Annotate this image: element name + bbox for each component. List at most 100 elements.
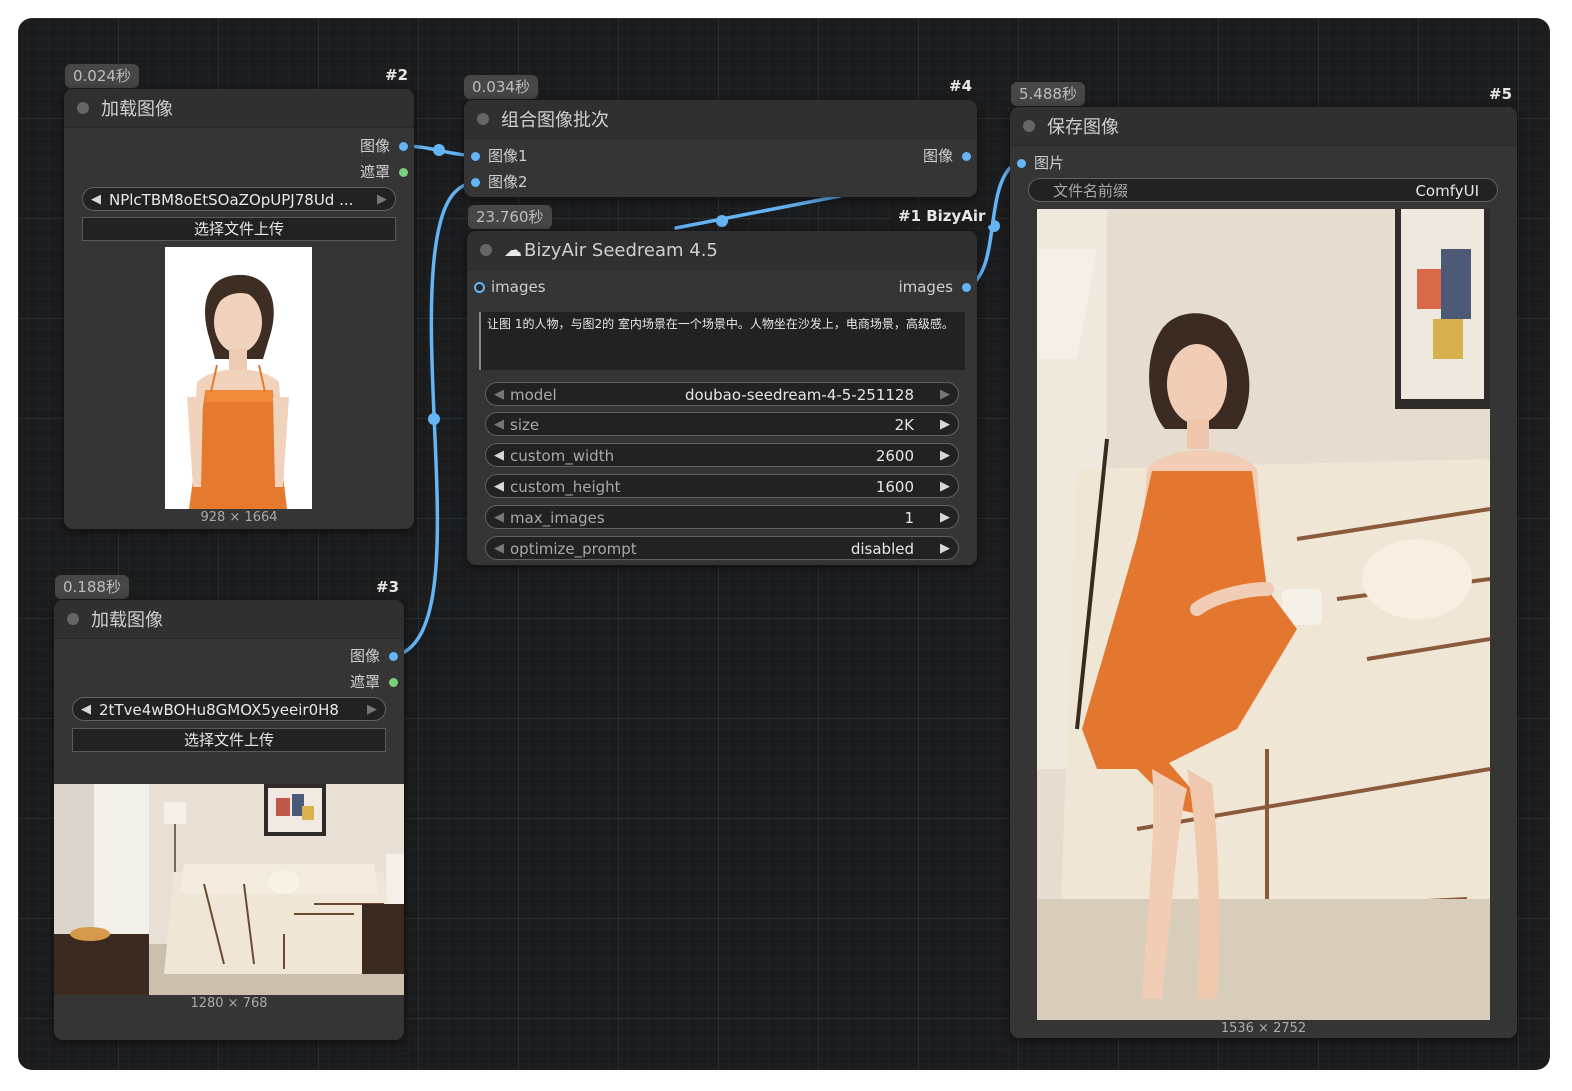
node-bizy-title: BizyAir Seedream 4.5	[524, 239, 718, 261]
node-load1-exec-time: 0.024秒	[65, 64, 139, 88]
input-images-label: images	[491, 278, 546, 296]
widget-right-arrow-icon[interactable]: ▶	[940, 383, 950, 407]
input-image1-slot[interactable]	[471, 152, 480, 161]
collapse-dot-icon[interactable]	[477, 113, 489, 125]
cloud-icon: ☁	[504, 239, 522, 261]
node-load1-header[interactable]: 加载图像	[64, 89, 414, 128]
output-mask-slot[interactable]	[389, 678, 398, 687]
filename-prefix-field[interactable]: 文件名前缀 ComfyUI	[1028, 178, 1498, 202]
widget-right-arrow-icon[interactable]: ▶	[940, 475, 950, 499]
custom-width-number[interactable]: ◀ custom_width 2600 ▶	[485, 443, 959, 467]
collapse-dot-icon[interactable]	[77, 102, 89, 114]
node-save-exec-time: 5.488秒	[1011, 82, 1085, 106]
widget-label: custom_height	[510, 478, 621, 496]
widget-label: 文件名前缀	[1053, 182, 1129, 200]
custom-height-number[interactable]: ◀ custom_height 1600 ▶	[485, 474, 959, 498]
input-images-slot[interactable]	[474, 282, 485, 293]
widget-value: disabled	[850, 540, 914, 558]
widget-label: custom_width	[510, 447, 615, 465]
input-image2-slot[interactable]	[471, 178, 480, 187]
output-image-label: 图像	[922, 147, 953, 165]
node-load1-id: #2	[385, 66, 409, 84]
image-preview-room	[54, 784, 404, 995]
image-dimensions: 928 × 1664	[200, 510, 278, 525]
node-load1-title: 加载图像	[101, 99, 173, 120]
node-load-image-1[interactable]: 加载图像 图像 遮罩 ◀ NPlcTBM8oEtSOaZOpUPJ78Ud ..…	[64, 89, 414, 529]
optimize-prompt-combo[interactable]: ◀ optimize_prompt disabled ▶	[485, 536, 959, 560]
generated-image-illustration	[1037, 209, 1490, 1020]
woman-illustration	[187, 274, 289, 509]
image-file-value: NPlcTBM8oEtSOaZOpUPJ78Ud ...	[109, 191, 354, 209]
output-image-label: 图像	[349, 647, 380, 665]
combo-left-arrow-icon[interactable]: ◀	[81, 698, 91, 722]
prompt-textarea[interactable]: 让图 1的人物，与图2的 室内场景在一个场景中。人物坐在沙发上，电商场景，高级感…	[479, 312, 965, 370]
node-bizy-header[interactable]: ☁ BizyAir Seedream 4.5	[467, 231, 977, 270]
node-bizyair-seedream[interactable]: ☁ BizyAir Seedream 4.5 images images 让图 …	[467, 231, 977, 565]
image-file-combo[interactable]: ◀ 2tTve4wBOHu8GMOX5yeeir0H8 ... ▶	[72, 697, 386, 721]
widget-right-arrow-icon[interactable]: ▶	[940, 413, 950, 437]
input-images-slot[interactable]	[1017, 159, 1026, 168]
image-dimensions: 1536 × 2752	[1220, 1021, 1307, 1036]
widget-left-arrow-icon[interactable]: ◀	[494, 506, 504, 530]
node-save-image[interactable]: 保存图像 图片 文件名前缀 ComfyUI 1536 × 2752	[1010, 107, 1517, 1038]
widget-left-arrow-icon[interactable]: ◀	[494, 537, 504, 561]
output-image-slot[interactable]	[399, 142, 408, 151]
widget-label: size	[510, 416, 540, 434]
collapse-dot-icon[interactable]	[67, 613, 79, 625]
widget-label: model	[510, 386, 557, 404]
image-preview-woman	[165, 247, 312, 509]
image-dimensions: 1280 × 768	[190, 996, 268, 1011]
collapse-dot-icon[interactable]	[480, 244, 492, 256]
size-combo[interactable]: ◀ size 2K ▶	[485, 412, 959, 436]
node-batch-title: 组合图像批次	[501, 110, 609, 131]
upload-file-button[interactable]: 选择文件上传	[82, 217, 396, 241]
node-load2-exec-time: 0.188秒	[55, 575, 129, 599]
widget-left-arrow-icon[interactable]: ◀	[494, 383, 504, 407]
widget-value: 1	[904, 509, 914, 527]
output-image-slot[interactable]	[389, 652, 398, 661]
node-load2-title: 加载图像	[91, 610, 163, 631]
upload-file-button[interactable]: 选择文件上传	[72, 728, 386, 752]
output-images-label: images	[898, 278, 953, 296]
output-image-slot[interactable]	[962, 152, 971, 161]
max-images-number[interactable]: ◀ max_images 1 ▶	[485, 505, 959, 529]
output-mask-label: 遮罩	[349, 673, 380, 691]
widget-value: ComfyUI	[1415, 182, 1479, 200]
image-file-value: 2tTve4wBOHu8GMOX5yeeir0H8 ...	[99, 701, 345, 719]
node-bizy-exec-time: 23.760秒	[468, 205, 552, 229]
widget-left-arrow-icon[interactable]: ◀	[494, 413, 504, 437]
input-image2-label: 图像2	[488, 173, 528, 191]
node-load2-header[interactable]: 加载图像	[54, 600, 404, 639]
living-room-illustration	[54, 784, 404, 995]
combo-left-arrow-icon[interactable]: ◀	[91, 188, 101, 212]
widget-left-arrow-icon[interactable]: ◀	[494, 444, 504, 468]
node-load2-id: #3	[376, 578, 400, 596]
widget-right-arrow-icon[interactable]: ▶	[940, 537, 950, 561]
output-mask-label: 遮罩	[359, 163, 390, 181]
widget-right-arrow-icon[interactable]: ▶	[940, 444, 950, 468]
node-load-image-2[interactable]: 加载图像 图像 遮罩 ◀ 2tTve4wBOHu8GMOX5yeeir0H8 .…	[54, 600, 404, 1040]
widget-left-arrow-icon[interactable]: ◀	[494, 475, 504, 499]
node-batch-header[interactable]: 组合图像批次	[464, 100, 977, 139]
output-mask-slot[interactable]	[399, 168, 408, 177]
widget-right-arrow-icon[interactable]: ▶	[940, 506, 950, 530]
node-save-header[interactable]: 保存图像	[1010, 107, 1517, 146]
node-save-id: #5	[1489, 85, 1513, 103]
input-images-label: 图片	[1034, 154, 1065, 172]
output-image-preview[interactable]	[1037, 209, 1490, 1020]
output-images-slot[interactable]	[962, 283, 971, 292]
model-combo[interactable]: ◀ model doubao-seedream-4-5-251128 ▶	[485, 382, 959, 406]
widget-label: max_images	[510, 509, 605, 527]
widget-value: doubao-seedream-4-5-251128	[684, 386, 914, 404]
output-image-label: 图像	[359, 137, 390, 155]
image-file-combo[interactable]: ◀ NPlcTBM8oEtSOaZOpUPJ78Ud ... ▶	[82, 187, 396, 211]
node-image-batch[interactable]: 组合图像批次 图像1 图像2 图像	[464, 100, 977, 197]
node-batch-exec-time: 0.034秒	[464, 75, 538, 99]
node-bizy-id: #1 BizyAir	[892, 206, 992, 226]
combo-right-arrow-icon[interactable]: ▶	[377, 188, 387, 212]
widget-label: optimize_prompt	[510, 540, 637, 558]
widget-value: 1600	[875, 478, 914, 496]
node-batch-id: #4	[949, 77, 973, 95]
combo-right-arrow-icon[interactable]: ▶	[367, 698, 377, 722]
collapse-dot-icon[interactable]	[1023, 120, 1035, 132]
